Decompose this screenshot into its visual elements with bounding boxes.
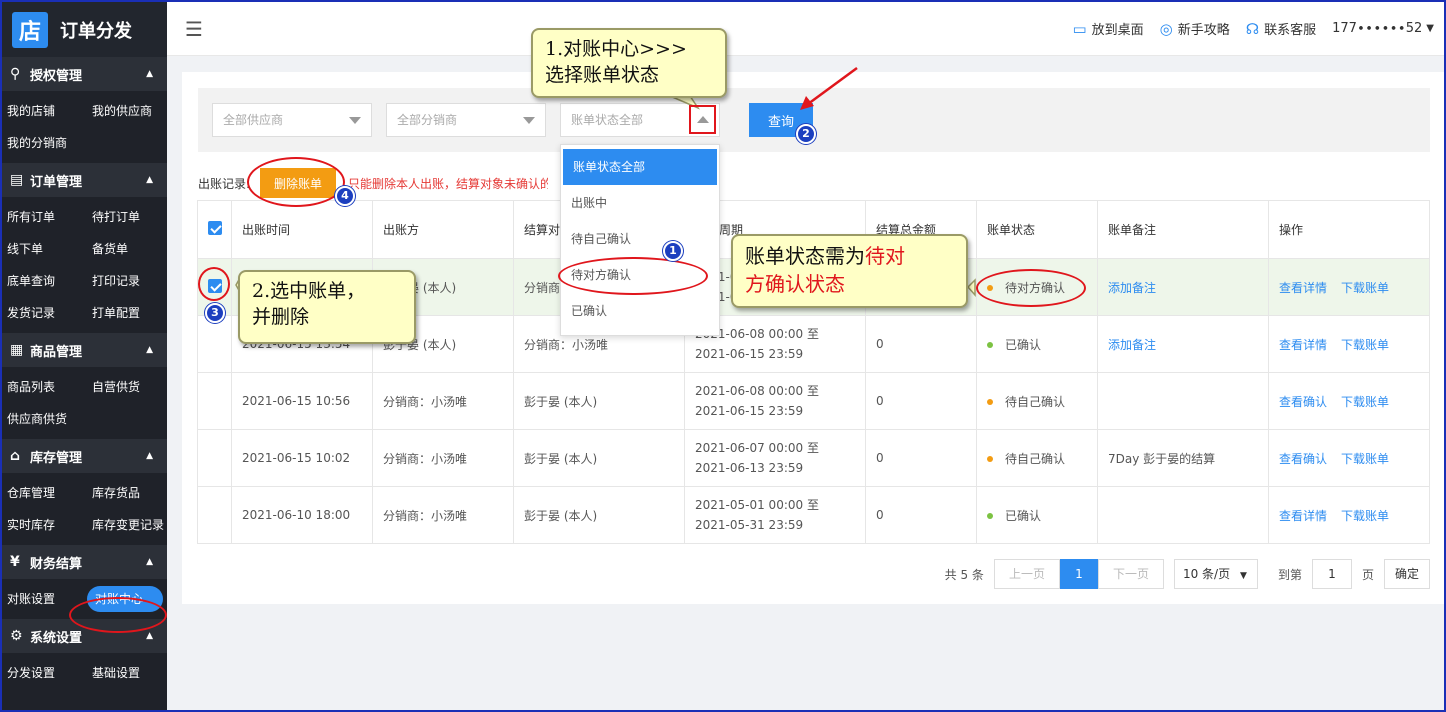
status-note-part-a: 账单状态需为: [745, 244, 865, 268]
step1-callout: 1.对账中心>>> 选择账单状态: [531, 28, 727, 98]
status-note-part-b: 待对: [865, 244, 905, 268]
status-note-part-c: 方确认状态: [745, 272, 845, 296]
annotation-arrows: [235, 66, 976, 297]
highlight-nav-reconcile: [69, 597, 167, 633]
step1-line1: 1.对账中心>>>: [545, 38, 687, 60]
callout-pointer: [966, 278, 976, 297]
red-arrow-line: [807, 66, 858, 106]
step-badge-3: 3: [205, 303, 225, 323]
step-badge-1: 1: [663, 241, 683, 261]
red-arrow-head: [800, 96, 814, 110]
step1-line2: 选择账单状态: [545, 64, 660, 86]
step2-line1: 2.选中账单，: [252, 280, 366, 302]
highlight-row-checkbox: [198, 267, 230, 301]
step-badge-4: 4: [335, 186, 355, 206]
highlight-delete-button: [247, 157, 345, 207]
highlight-dropdown-caret: [689, 105, 716, 134]
step-badge-2: 2: [796, 124, 816, 144]
status-note-callout: 账单状态需为待对 方确认状态: [731, 234, 968, 308]
highlight-option-other-confirm: [558, 257, 708, 295]
highlight-status-cell: [976, 269, 1086, 307]
step2-line2: 并删除: [252, 306, 310, 328]
step2-callout: 2.选中账单， 并删除: [238, 270, 416, 344]
